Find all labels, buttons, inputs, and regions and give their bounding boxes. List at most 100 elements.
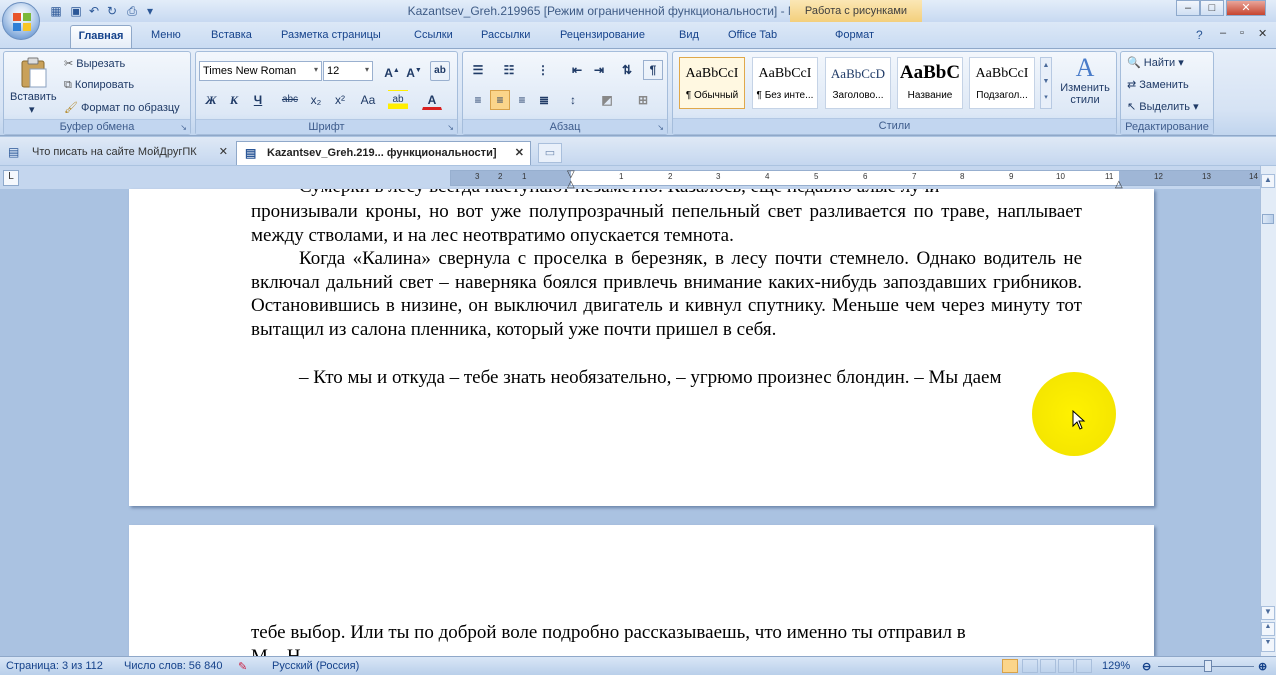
style-subtitle[interactable]: AaBbCcI Подзагол... bbox=[969, 57, 1035, 109]
close-button[interactable]: ✕ bbox=[1226, 0, 1266, 16]
zoom-in-icon[interactable]: ⊕ bbox=[1258, 660, 1267, 673]
full-screen-reading-icon[interactable] bbox=[1022, 659, 1038, 673]
word-count[interactable]: Число слов: 56 840 bbox=[124, 660, 222, 672]
select-button[interactable]: ↖ Выделить ▾ bbox=[1127, 100, 1199, 113]
tab-format[interactable]: Формат bbox=[835, 26, 874, 46]
save-icon[interactable]: ▣ bbox=[68, 3, 84, 19]
change-case-button[interactable]: Aa bbox=[356, 90, 380, 110]
minimize-button[interactable]: – bbox=[1176, 0, 1200, 16]
tab-review[interactable]: Рецензирование bbox=[560, 26, 645, 46]
redo-icon[interactable]: ↻ bbox=[104, 3, 120, 19]
italic-button[interactable]: К bbox=[224, 90, 244, 110]
change-styles-button[interactable]: A Изменить стили bbox=[1056, 54, 1114, 116]
sort-icon[interactable]: ⇅ bbox=[617, 60, 637, 80]
align-left-icon[interactable]: ≡ bbox=[468, 90, 488, 110]
grow-font-icon[interactable]: A▲ bbox=[382, 61, 402, 81]
maximize-button[interactable]: □ bbox=[1200, 0, 1224, 16]
shading-icon[interactable]: ◩ bbox=[597, 90, 617, 110]
ribbon-restore-icon[interactable]: ▫ bbox=[1240, 27, 1244, 39]
paragraph[interactable]: пронизывали кроны, но вот уже полупрозра… bbox=[251, 200, 1082, 247]
doc-tab-2-active[interactable]: ▤ Kazantsev_Greh.219... функциональности… bbox=[236, 141, 531, 165]
style-no-spacing[interactable]: AaBbCcI ¶ Без инте... bbox=[752, 57, 818, 109]
pilcrow-icon[interactable]: ¶ bbox=[643, 60, 663, 80]
find-button[interactable]: 🔍 Найти ▾ bbox=[1127, 56, 1184, 69]
close-icon[interactable]: ✕ bbox=[219, 145, 228, 158]
align-center-icon[interactable]: ≡ bbox=[490, 90, 510, 110]
dialog-launcher-icon[interactable]: ↘ bbox=[447, 123, 454, 132]
spelling-icon[interactable]: ✎ bbox=[238, 660, 247, 673]
font-size-select[interactable]: 12 ▾ bbox=[323, 61, 373, 81]
outline-icon[interactable] bbox=[1058, 659, 1074, 673]
clear-formatting-icon[interactable]: ab bbox=[430, 61, 450, 81]
scroll-thumb[interactable] bbox=[1262, 214, 1274, 224]
increase-indent-icon[interactable]: ⇥ bbox=[589, 60, 609, 80]
prev-page-icon[interactable]: ▲ bbox=[1261, 622, 1275, 636]
next-page-icon[interactable]: ▼ bbox=[1261, 638, 1275, 652]
decrease-indent-icon[interactable]: ⇤ bbox=[567, 60, 587, 80]
borders-icon[interactable]: ⊞ bbox=[633, 90, 653, 110]
tab-view[interactable]: Вид bbox=[679, 26, 699, 46]
ribbon-minimize-icon[interactable]: – bbox=[1220, 27, 1226, 39]
ribbon-close-icon[interactable]: ✕ bbox=[1258, 27, 1267, 40]
new-tab-icon[interactable]: ▭ bbox=[538, 143, 562, 163]
scroll-down-icon[interactable]: ▼ bbox=[1261, 606, 1275, 620]
tab-menu[interactable]: Меню bbox=[151, 26, 181, 46]
scroll-up-icon[interactable]: ▲ bbox=[1261, 174, 1275, 188]
undo-icon[interactable]: ↶ bbox=[86, 3, 102, 19]
horizontal-ruler[interactable]: ▽ △ 3 2 1 1 2 3 4 5 6 7 8 9 10 11 12 13 … bbox=[450, 169, 1262, 190]
paragraph[interactable]: тебе выбор. Или ты по доброй воле подроб… bbox=[251, 621, 1082, 645]
font-color-icon[interactable]: A bbox=[422, 90, 442, 110]
paragraph-partial[interactable]: Сумерки в лесу всегда наступают незаметн… bbox=[251, 189, 1082, 197]
zoom-out-icon[interactable]: ⊖ bbox=[1142, 660, 1151, 673]
replace-button[interactable]: ⇄ Заменить bbox=[1127, 78, 1189, 91]
style-title[interactable]: AaBbC Название bbox=[897, 57, 963, 109]
tab-insert[interactable]: Вставка bbox=[211, 26, 252, 46]
format-painter-button[interactable]: 🖌 Формат по образцу bbox=[64, 101, 180, 114]
multilevel-list-icon[interactable]: ⋮ bbox=[533, 60, 553, 80]
vertical-scrollbar[interactable]: ▲ ▼ ▲ ▼ bbox=[1260, 166, 1276, 656]
office-button[interactable] bbox=[2, 2, 40, 40]
web-layout-icon[interactable] bbox=[1040, 659, 1056, 673]
dialog-launcher-icon[interactable]: ↘ bbox=[180, 123, 187, 132]
underline-button[interactable]: Ч bbox=[248, 90, 268, 110]
superscript-button[interactable]: x² bbox=[330, 90, 350, 110]
numbering-icon[interactable]: ☷ bbox=[499, 60, 519, 80]
paste-button[interactable]: Вставить ▾ bbox=[10, 55, 57, 116]
font-name-select[interactable]: Times New Roman ▾ bbox=[199, 61, 322, 81]
tab-references[interactable]: Ссылки bbox=[414, 26, 453, 46]
doc-tab-1[interactable]: ▤ Что писать на сайте МойДругПК ✕ bbox=[2, 141, 232, 165]
cut-button[interactable]: ✂ Вырезать bbox=[64, 57, 125, 70]
print-layout-icon[interactable] bbox=[1002, 659, 1018, 673]
style-normal[interactable]: AaBbCcI ¶ Обычный bbox=[679, 57, 745, 109]
strikethrough-button[interactable]: abc bbox=[280, 90, 300, 110]
tab-office-tab[interactable]: Office Tab bbox=[728, 26, 777, 46]
page-count[interactable]: Страница: 3 из 112 bbox=[6, 660, 103, 672]
draft-icon[interactable] bbox=[1076, 659, 1092, 673]
language[interactable]: Русский (Россия) bbox=[272, 660, 359, 672]
shrink-font-icon[interactable]: A▼ bbox=[404, 61, 424, 81]
qat-dropdown-icon[interactable]: ▾ bbox=[144, 3, 156, 19]
copy-button[interactable]: ⧉ Копировать bbox=[64, 79, 134, 92]
tab-page-layout[interactable]: Разметка страницы bbox=[281, 26, 381, 46]
zoom-level[interactable]: 129% bbox=[1102, 660, 1130, 672]
styles-scroll[interactable]: ▲ ▼ ▾ bbox=[1040, 57, 1052, 109]
align-right-icon[interactable]: ≡ bbox=[512, 90, 532, 110]
style-heading[interactable]: AaBbCcD Заголово... bbox=[825, 57, 891, 109]
tab-selector[interactable]: L bbox=[3, 170, 19, 186]
paragraph[interactable]: – Кто мы и откуда – тебе знать необязате… bbox=[251, 366, 1082, 390]
highlight-icon[interactable]: ab bbox=[388, 90, 408, 110]
help-icon[interactable]: ? bbox=[1196, 28, 1203, 42]
justify-icon[interactable]: ≣ bbox=[534, 90, 554, 110]
tab-mailings[interactable]: Рассылки bbox=[481, 26, 530, 46]
paragraph-partial[interactable]: М... Н... bbox=[251, 645, 1082, 656]
bold-button[interactable]: Ж bbox=[201, 90, 221, 110]
paragraph[interactable]: Когда «Калина» свернула с проселка в бер… bbox=[251, 247, 1082, 341]
close-icon[interactable]: ✕ bbox=[515, 146, 524, 159]
tab-home[interactable]: Главная bbox=[70, 25, 132, 49]
dialog-launcher-icon[interactable]: ↘ bbox=[657, 123, 664, 132]
subscript-button[interactable]: x₂ bbox=[306, 90, 326, 110]
print-icon[interactable]: ⎙ bbox=[124, 3, 140, 19]
line-spacing-icon[interactable]: ↕ bbox=[563, 90, 583, 110]
bullets-icon[interactable]: ☰ bbox=[468, 60, 488, 80]
zoom-slider-thumb[interactable] bbox=[1204, 660, 1212, 672]
